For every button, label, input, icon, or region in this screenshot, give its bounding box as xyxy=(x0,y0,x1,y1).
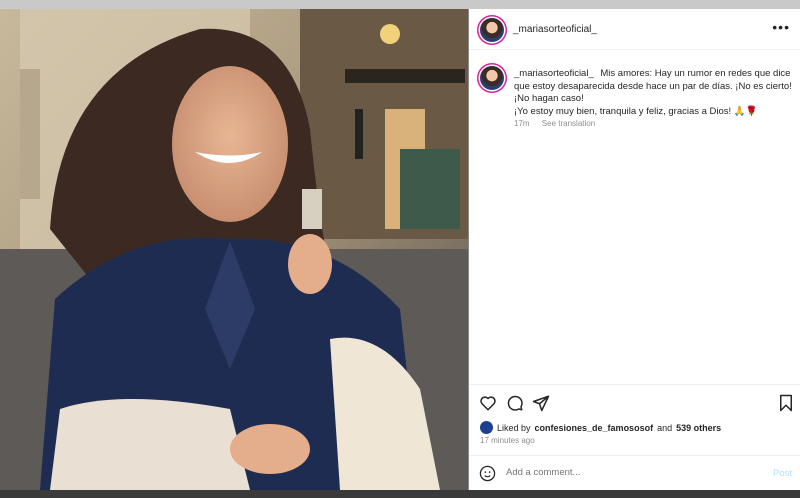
caption-avatar[interactable] xyxy=(480,66,504,90)
share-icon[interactable] xyxy=(532,394,550,412)
avatar[interactable] xyxy=(480,18,504,42)
emoji-icon[interactable] xyxy=(479,465,496,482)
liked-prefix: Liked by xyxy=(497,422,531,433)
heart-icon[interactable] xyxy=(479,394,497,412)
action-bar xyxy=(469,384,800,425)
header-username[interactable]: _mariasorteoficial_ xyxy=(513,24,597,35)
caption-line-3: ¡Yo estoy muy bien, tranquila y feliz, g… xyxy=(514,105,758,117)
post-time-ago: 17 minutes ago xyxy=(480,436,535,445)
more-options-icon[interactable]: ••• xyxy=(772,19,790,35)
top-strip xyxy=(0,0,800,9)
caption-meta: 17m See translation xyxy=(514,119,605,128)
photo-image xyxy=(0,9,468,490)
bottom-strip xyxy=(0,490,800,498)
post-panel: _mariasorteoficial_ ••• _mariasorteofici… xyxy=(469,9,800,490)
see-translation-link[interactable]: See translation xyxy=(542,119,595,128)
caption-line-2: ¡No hagan caso! xyxy=(514,93,584,104)
caption-username[interactable]: _mariasorteoficial_ xyxy=(514,68,594,79)
post-photo[interactable] xyxy=(0,9,468,490)
liked-user[interactable]: confesiones_de_famososof xyxy=(535,423,654,433)
likes-summary: Liked by confesiones_de_famososof and 53… xyxy=(480,421,721,434)
caption-time: 17m xyxy=(514,119,530,128)
liked-and: and xyxy=(657,422,673,433)
liker-avatar[interactable] xyxy=(480,421,493,434)
liked-others[interactable]: 539 others xyxy=(676,423,721,433)
comment-icon[interactable] xyxy=(506,394,524,412)
post-header: _mariasorteoficial_ ••• xyxy=(469,9,800,50)
comment-bar: Post xyxy=(469,455,800,491)
comment-input[interactable] xyxy=(506,467,746,478)
caption: _mariasorteoficial_ Mis amores: Hay un r… xyxy=(514,68,792,118)
post-button[interactable]: Post xyxy=(773,468,792,479)
bookmark-icon[interactable] xyxy=(778,394,794,412)
